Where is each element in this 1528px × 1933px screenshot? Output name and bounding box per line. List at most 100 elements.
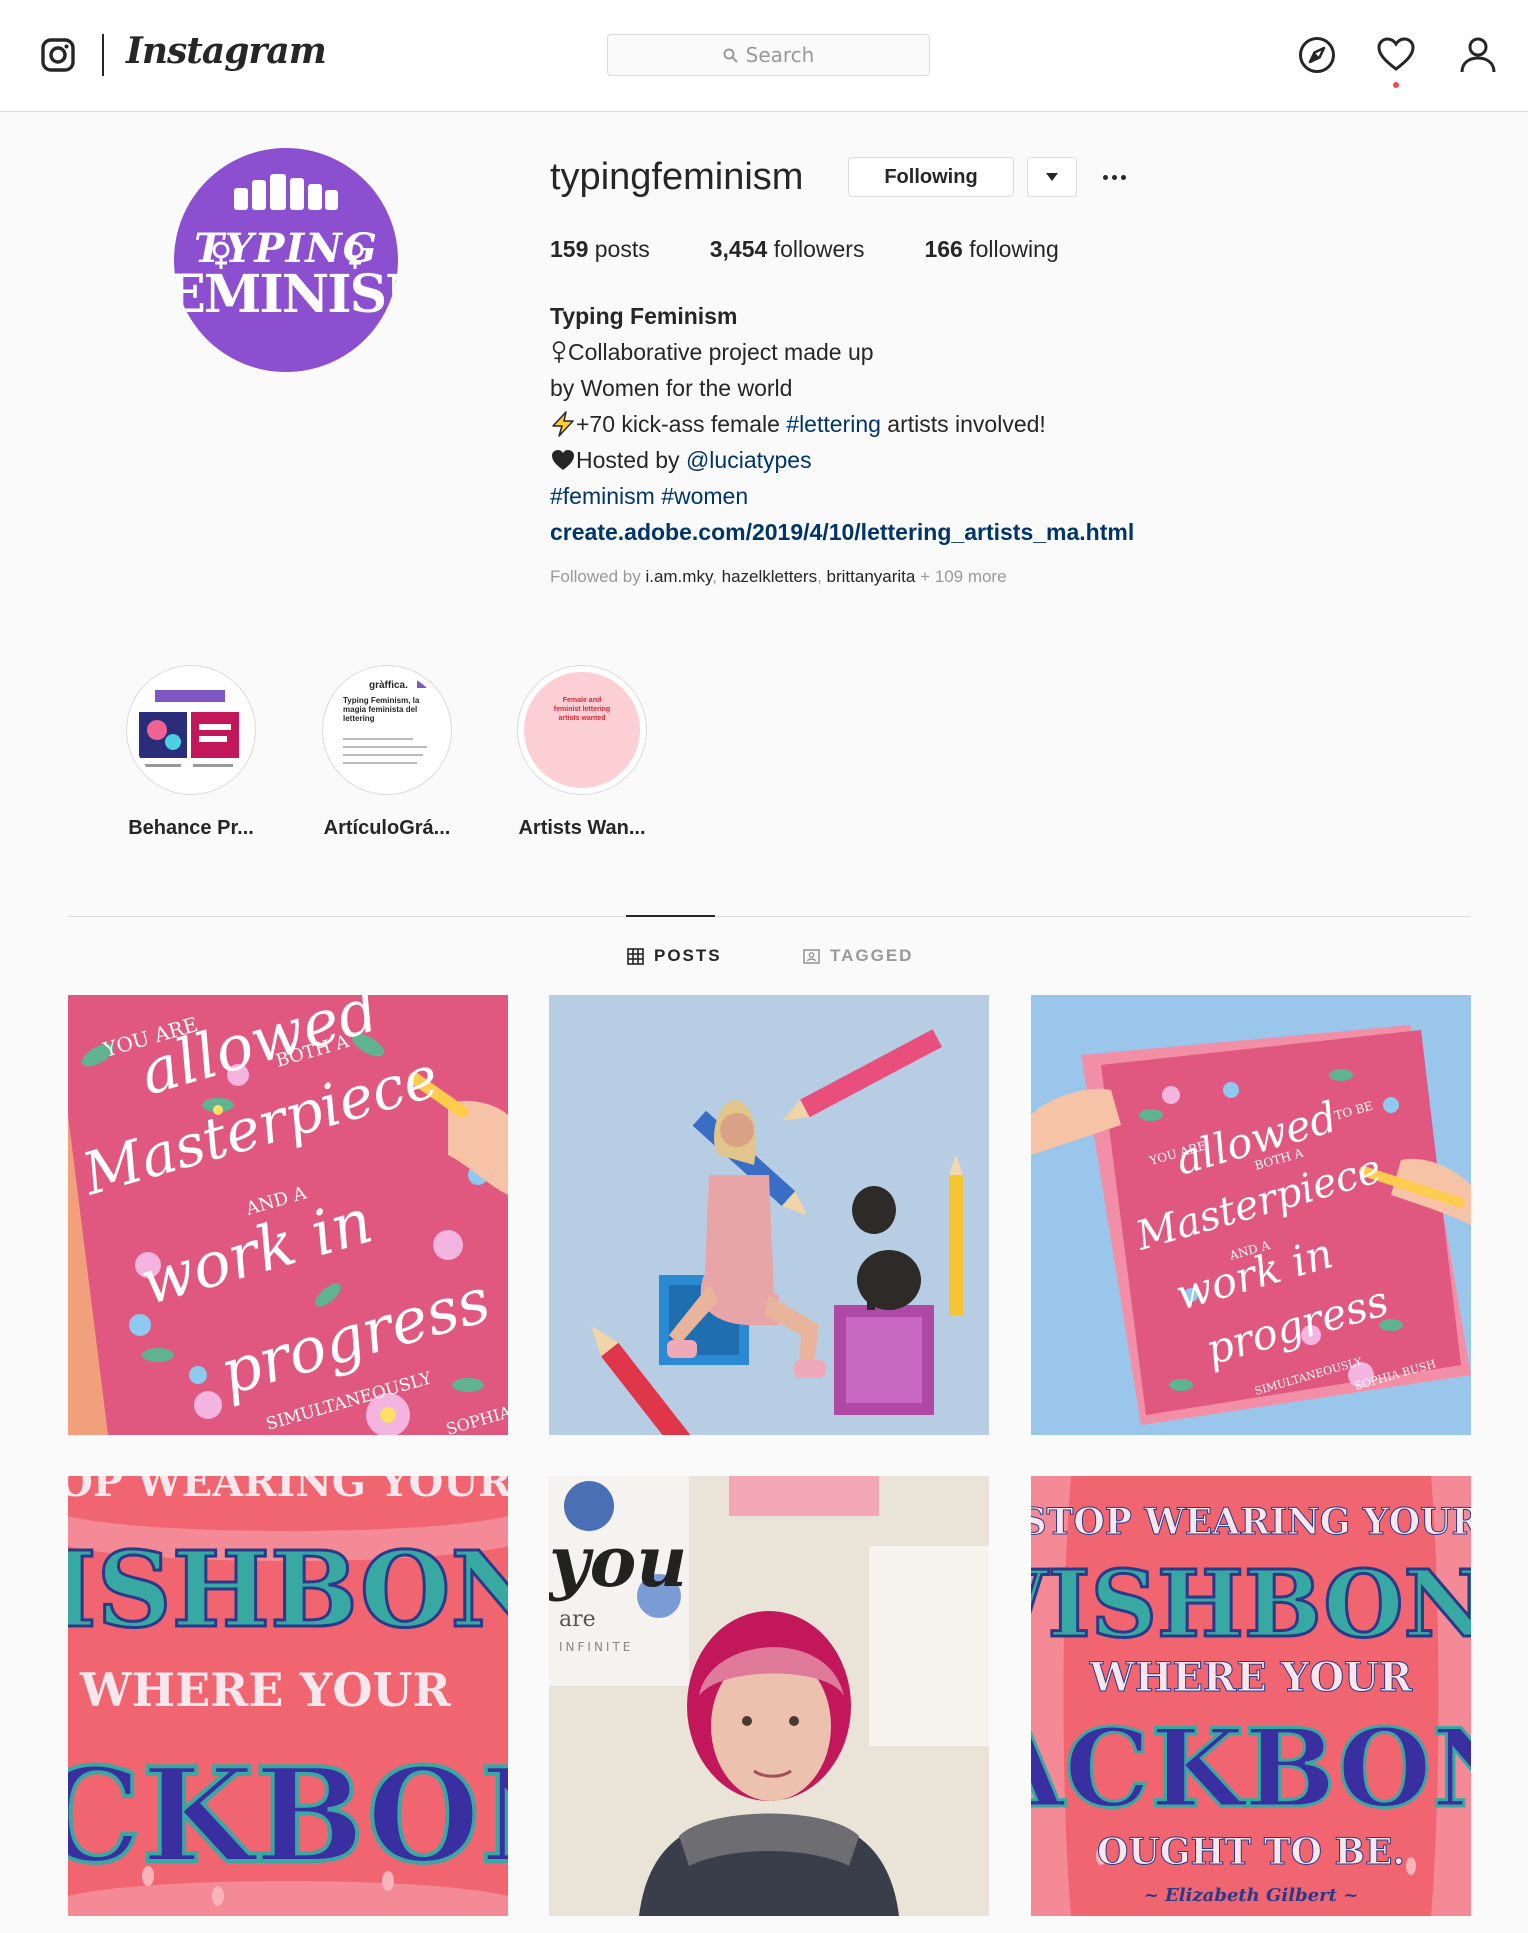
more-dot-icon: [1120, 174, 1126, 180]
bio-line: Hosted by @luciatypes: [550, 442, 1134, 478]
suggestions-dropdown-button[interactable]: [1027, 157, 1077, 197]
artwork-text: are: [559, 1607, 596, 1632]
bio-text: by Women for the world: [550, 375, 793, 401]
instagram-glyph-icon[interactable]: [40, 37, 76, 73]
follower-username[interactable]: brittanyarita: [827, 567, 916, 586]
more-dot-icon: [1111, 174, 1117, 180]
bio-line: +70 kick-ass female #lettering artists i…: [550, 406, 1134, 442]
tagged-person-icon: [803, 948, 820, 964]
instagram-wordmark[interactable]: Instagram: [126, 30, 327, 72]
lettering-artwork: YOU ARE allowed BOTH A Masterpiece AND A…: [68, 995, 508, 1435]
grid-icon: [627, 947, 644, 965]
compass-icon[interactable]: [1297, 35, 1337, 75]
venus-symbol-icon: [212, 241, 230, 269]
notification-dot: [1393, 82, 1399, 88]
post-thumbnail[interactable]: YOU ARE allowed TO BE BOTH A Masterpiece…: [1031, 995, 1471, 1435]
user-icon[interactable]: [1458, 35, 1498, 75]
search-icon: [723, 48, 738, 63]
photo-artwork: you are INFINITE: [549, 1476, 989, 1916]
posts-count: 159: [550, 236, 589, 262]
highlight-label: Artists Wan...: [518, 817, 646, 839]
highlight-thumbnail: [133, 672, 249, 788]
lettering-artwork: STOP WEARING YOUR WISHBONE WHERE YOUR BA…: [1031, 1476, 1471, 1916]
artwork-text: WISHBONE: [1031, 1550, 1471, 1658]
highlight-ring: gràffica. Typing Feminism, la magia femi…: [322, 665, 452, 795]
artwork-text: STOP WEARING YOUR: [1031, 1501, 1471, 1543]
highlight-label: ArtículoGrá...: [323, 817, 451, 839]
artwork-text: OP WEARING YOUR: [68, 1476, 508, 1506]
following-stat-label: following: [969, 236, 1059, 262]
avatar-text-feminism: FEMINISM: [174, 264, 398, 325]
following-stat[interactable]: 166 following: [924, 236, 1058, 263]
profile-username: typingfeminism: [550, 156, 804, 198]
venus-symbol-icon: [346, 241, 364, 269]
artwork-text: ~ Elizabeth Gilbert ~: [1144, 1885, 1359, 1906]
artwork-text: INFINITE: [559, 1640, 633, 1654]
artwork-text: ISHBONE: [68, 1528, 508, 1651]
lettering-artwork: OP WEARING YOUR ISHBONE WHERE YOUR CKBON…: [68, 1476, 508, 1916]
more-dot-icon: [1102, 174, 1108, 180]
follower-username[interactable]: hazelkletters: [722, 567, 817, 586]
post-thumbnail[interactable]: YOU ARE allowed BOTH A Masterpiece AND A…: [68, 995, 508, 1435]
post-thumbnail[interactable]: [549, 995, 989, 1435]
lettering-artwork: YOU ARE allowed TO BE BOTH A Masterpiece…: [1031, 995, 1471, 1435]
hashtag-link[interactable]: #lettering: [786, 411, 881, 437]
artwork-text: OUGHT TO BE.: [1097, 1831, 1405, 1873]
mention-link[interactable]: @luciatypes: [686, 447, 812, 473]
profile-bio: Typing Feminism Collaborative project ma…: [550, 298, 1134, 550]
story-highlight[interactable]: gràffica. Typing Feminism, la magia femi…: [322, 665, 452, 840]
highlight-ring: [126, 665, 256, 795]
posts-label: posts: [594, 236, 650, 262]
followed-by[interactable]: Followed by i.am.mky, hazelkletters, bri…: [550, 567, 1007, 587]
post-thumbnail[interactable]: STOP WEARING YOUR WISHBONE WHERE YOUR BA…: [1031, 1476, 1471, 1916]
website-link[interactable]: create.adobe.com/2019/4/10/lettering_art…: [550, 514, 1134, 550]
tab-posts[interactable]: POSTS: [627, 946, 722, 966]
hashtag-link[interactable]: #women: [661, 483, 748, 509]
followed-by-prefix: Followed by: [550, 567, 646, 586]
highlight-thumbnail: Female and feminist lettering artists wa…: [524, 672, 640, 788]
thumbnail-text: Female and feminist lettering artists wa…: [553, 697, 611, 722]
lightning-bolt-icon: [552, 411, 574, 437]
bio-line: #feminism #women: [550, 478, 1134, 514]
followers-stat[interactable]: 3,454 followers: [710, 236, 865, 263]
artwork-text: WHERE YOUR: [1089, 1654, 1413, 1701]
highlight-ring: Female and feminist lettering artists wa…: [517, 665, 647, 795]
bio-text: Hosted by: [576, 447, 686, 473]
bio-line: Collaborative project made up: [550, 334, 1134, 370]
black-heart-icon: [552, 450, 574, 470]
highlight-thumbnail: gràffica. Typing Feminism, la magia femi…: [329, 672, 445, 788]
active-tab-indicator: [626, 915, 715, 917]
followers-label: followers: [773, 236, 865, 262]
followers-count: 3,454: [709, 236, 768, 262]
followed-by-more: + 109 more: [915, 567, 1007, 586]
nav-divider: [102, 34, 104, 76]
bio-text: artists involved!: [880, 411, 1046, 437]
top-nav: Instagram Search: [0, 0, 1528, 112]
follower-username[interactable]: i.am.mky: [645, 567, 712, 586]
tab-label: TAGGED: [830, 946, 914, 965]
photo-artwork: [549, 995, 989, 1435]
artwork-text: WHERE YOUR: [79, 1663, 452, 1717]
story-highlight[interactable]: Behance Pr...: [126, 665, 256, 840]
search-input[interactable]: Search: [607, 34, 930, 76]
bio-text: +70 kick-ass female: [576, 411, 787, 437]
artwork-text: BACKBONE: [1031, 1706, 1471, 1832]
post-thumbnail[interactable]: OP WEARING YOUR ISHBONE WHERE YOUR CKBON…: [68, 1476, 508, 1916]
search-placeholder: Search: [745, 43, 815, 67]
following-button[interactable]: Following: [848, 157, 1014, 197]
tabs-divider: [68, 916, 1470, 917]
bio-text: Collaborative project made up: [568, 339, 874, 365]
artwork-text: you: [549, 1520, 687, 1603]
post-thumbnail[interactable]: you are INFINITE: [549, 1476, 989, 1916]
posts-stat: 159 posts: [550, 236, 650, 263]
hashtag-link[interactable]: #feminism: [550, 483, 655, 509]
story-highlight[interactable]: Female and feminist lettering artists wa…: [517, 665, 647, 840]
options-more-button[interactable]: [1098, 160, 1130, 194]
caret-down-icon: [1046, 173, 1058, 181]
tab-label: POSTS: [654, 946, 722, 965]
heart-icon[interactable]: [1376, 35, 1416, 75]
artwork-text: CKBONE: [68, 1739, 508, 1892]
tab-tagged[interactable]: TAGGED: [803, 946, 913, 966]
profile-avatar[interactable]: TYPING FEMINISM: [174, 148, 398, 372]
following-count: 166: [924, 236, 963, 262]
